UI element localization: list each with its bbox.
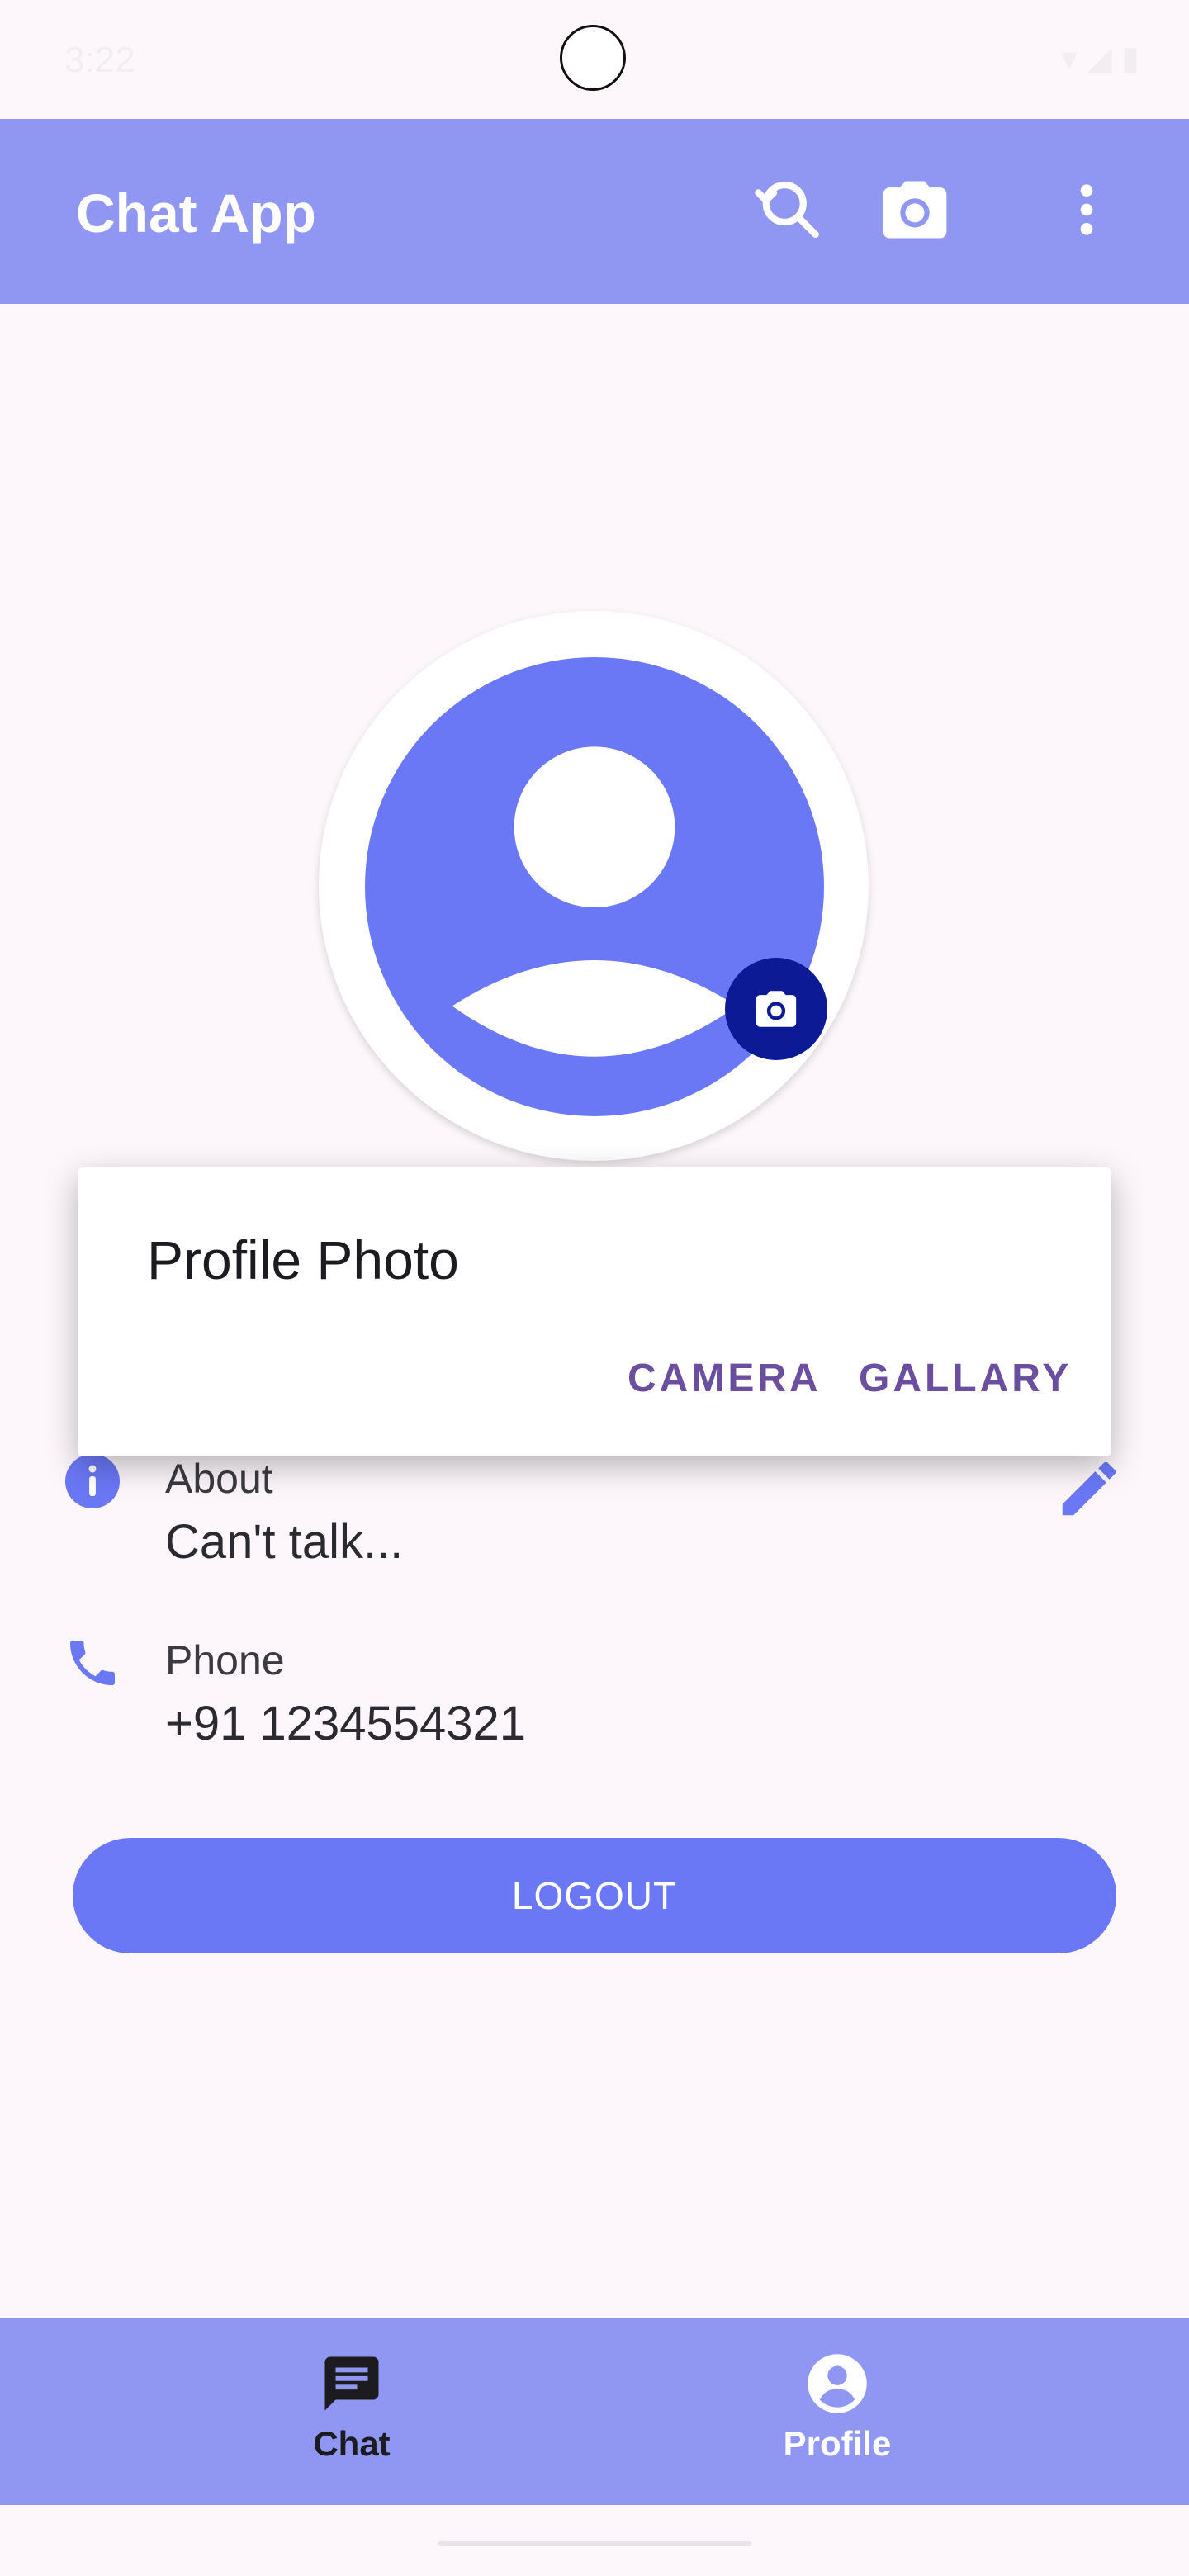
app-bar: Chat App <box>0 119 1189 304</box>
search-refresh-icon[interactable] <box>746 168 829 251</box>
profile-photo-dialog: Profile Photo CAMERA GALLARY <box>78 1167 1111 1456</box>
about-label: About <box>165 1456 273 1502</box>
camera-button[interactable]: CAMERA <box>628 1356 822 1401</box>
bottom-nav: Chat Profile <box>0 2318 1189 2505</box>
edit-about-icon[interactable] <box>1052 1451 1126 1526</box>
about-value: Can't talk... <box>165 1515 404 1569</box>
nav-profile[interactable]: Profile <box>713 2351 961 2475</box>
camera-icon[interactable] <box>874 168 956 251</box>
change-photo-button[interactable] <box>725 958 827 1060</box>
nav-chat[interactable]: Chat <box>228 2351 476 2475</box>
phone-icon <box>61 1631 124 1694</box>
status-time: 3:22 <box>64 40 135 80</box>
logout-button[interactable]: LOGOUT <box>73 1838 1116 1953</box>
dialog-title: Profile Photo <box>147 1229 459 1290</box>
phone-value: +91 1234554321 <box>165 1697 527 1750</box>
gallery-button[interactable]: GALLARY <box>859 1356 1072 1401</box>
gesture-bar[interactable] <box>438 2541 751 2546</box>
chat-icon <box>324 2356 379 2411</box>
status-bar: 3:22 ▾ ◢ ▮ <box>0 0 1189 119</box>
more-vert-icon[interactable] <box>1045 168 1128 251</box>
account-circle-icon <box>808 2354 867 2413</box>
info-icon <box>61 1450 124 1513</box>
nav-profile-label: Profile <box>783 2424 892 2463</box>
nav-chat-label: Chat <box>313 2424 391 2463</box>
app-title: Chat App <box>76 182 316 244</box>
camera-icon <box>756 991 797 1027</box>
phone-label: Phone <box>165 1637 285 1683</box>
camera-cutout <box>560 25 626 91</box>
status-icons: ▾ ◢ ▮ <box>1060 40 1139 77</box>
